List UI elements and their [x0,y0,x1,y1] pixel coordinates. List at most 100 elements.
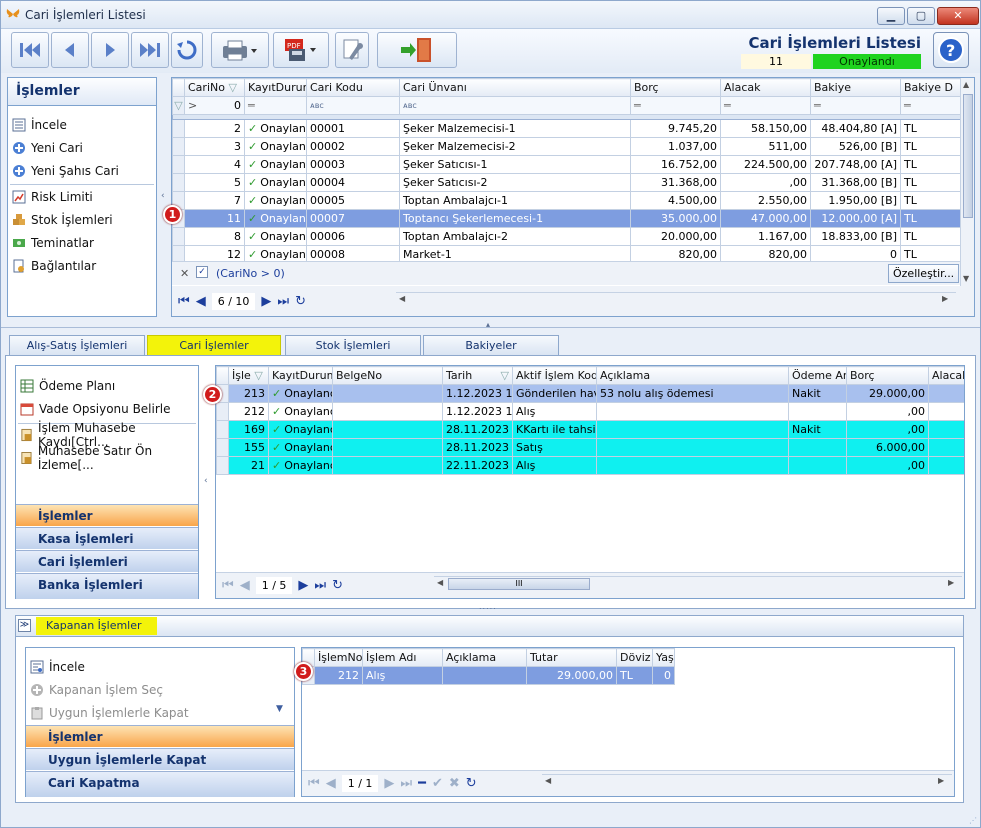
cell-borc[interactable]: 16.752,00 [630,155,721,174]
cari-islem-hscroll[interactable]: ◀ III ▶ [434,576,962,592]
cell-borc[interactable]: 4.500,00 [630,191,721,210]
cell-kayit-durumu[interactable]: ✓ Onaylan [244,137,307,156]
nav-risk-limiti[interactable]: Risk Limiti [12,187,93,207]
cari-row[interactable]: 7 ✓ Onaylan 00005 Toptan Ambalajcı-1 4.500,00… [172,191,961,210]
cell-islem[interactable]: 155 [228,438,269,457]
cell-aciklama[interactable] [596,456,789,475]
cell-belge-no[interactable] [332,420,443,439]
minimize-button[interactable]: ▁ [877,7,905,25]
cell-cari-unvani[interactable]: Şeker Malzemecisi-2 [399,137,631,156]
first-record-button[interactable] [11,32,49,68]
col-yas[interactable]: Yaş [652,648,675,667]
row-indicator[interactable] [172,137,185,156]
cell-odeme-araci[interactable] [788,456,847,475]
cell-cari-kodu[interactable]: 00005 [306,191,400,210]
nav-yeni-sahis-cari[interactable]: Yeni Şahıs Cari [12,161,119,181]
cell-cari-no[interactable]: 4 [184,155,245,174]
cell-islem[interactable]: 169 [228,420,269,439]
col-islem-adi[interactable]: İşlem Adı [362,648,443,667]
cell-borc[interactable]: ,00 [846,402,929,421]
row-indicator[interactable] [172,227,185,246]
pager-first-icon[interactable]: ⏮ [178,294,190,309]
cell-borc[interactable]: ,00 [846,420,929,439]
cell-cari-unvani[interactable]: Şeker Malzemecisi-1 [399,119,631,138]
cell-belge-no[interactable] [332,456,443,475]
cell-bakiye[interactable]: 1.950,00 [B] [810,191,901,210]
col-cari-no[interactable]: CariNo ▽ [184,78,245,97]
col-doviz[interactable]: Döviz [616,648,653,667]
filter-kod[interactable]: ᴀʙᴄ [306,96,400,115]
hscroll-thumb[interactable]: III [448,578,590,590]
col-islem[interactable]: İşle ▽ [228,366,269,385]
col-aktif-islem-kodu[interactable]: Aktif İşlem Kodu [512,366,597,385]
cell-bakiye[interactable]: 48.404,80 [A] [810,119,901,138]
closed-group-cari-kapatma[interactable]: Cari Kapatma [26,771,294,797]
closed-group-islemler[interactable]: İşlemler [26,725,294,747]
cell-belge-no[interactable] [332,402,443,421]
filter-text[interactable]: (CariNo > 0) [216,267,285,280]
cell-kayit-durumu[interactable]: ✓ Onaylanc [268,402,333,421]
print-button[interactable] [211,32,269,68]
group-banka-islemleri[interactable]: Banka İşlemleri [16,573,198,599]
settings-button[interactable] [335,32,369,68]
cari-row[interactable]: 5 ✓ Onaylan 00004 Şeker Satıcısı-2 31.368,00,… [172,173,961,192]
cell-aktif-islem-kodu[interactable]: Alış [512,402,597,421]
nav-muhasebe-onizleme[interactable]: Muhasebe Satır Ön İzleme[... [20,444,198,472]
more-down-icon[interactable]: ▼ [276,704,283,714]
cell-alacak[interactable] [928,438,964,457]
cell-aktif-islem-kodu[interactable]: Satış [512,438,597,457]
col-bakiye[interactable]: Bakiye [810,78,901,97]
closed-nav-kapanan-islem-sec[interactable]: Kapanan İşlem Seç [30,680,163,700]
cari-grid-vscroll[interactable]: ▲ ▼ [960,78,974,286]
tab-bakiyeler[interactable]: Bakiyeler [423,335,559,356]
cell-bakiye[interactable]: 12.000,00 [A] [810,209,901,228]
cari-islem-row[interactable]: 213✓Onaylanc 1.12.2023 10Gönderilen haval… [216,384,964,403]
cell-alacak[interactable]: 58.150,00 [720,119,811,138]
nav-incele[interactable]: İncele [12,115,67,135]
group-kasa-islemleri[interactable]: Kasa İşlemleri [16,527,198,549]
col-tutar[interactable]: Tutar [526,648,617,667]
group-cari-islemleri[interactable]: Cari İşlemleri [16,550,198,572]
closed-hscroll[interactable]: ◀ ▶ [542,774,952,790]
tab-cari-islemler[interactable]: Cari İşlemler [147,335,281,356]
cell-alacak[interactable]: 511,00 [720,137,811,156]
cell-kayit-durumu[interactable]: ✓ Onaylan [244,173,307,192]
filter-cari-no[interactable]: >0 [184,96,245,115]
cari-grid-hscroll[interactable]: ◀ ▶ [396,292,956,308]
tab-stok-islemleri[interactable]: Stok İşlemleri [285,335,421,356]
cell-tarih[interactable]: 22.11.2023 0 [442,456,513,475]
nav-vade-opsiyonu[interactable]: Vade Opsiyonu Belirle [20,399,171,419]
cell-cari-no[interactable]: 7 [184,191,245,210]
cell-kayit-durumu[interactable]: ✓ Onaylanc [268,420,333,439]
cell-kayit-durumu[interactable]: ✓ Onaylanc [268,384,333,403]
cell-kayit-durumu[interactable]: ✓ Onaylanc [268,456,333,475]
customize-button[interactable]: Özelleştir... [888,264,960,283]
exit-button[interactable] [377,32,457,68]
prev-record-button[interactable] [51,32,89,68]
cell-alacak[interactable]: 1 [928,456,964,475]
cell-bakiye-d[interactable]: TL [900,173,961,192]
cell-kayit-durumu[interactable]: ✓ Onaylan [244,209,307,228]
cell-cari-kodu[interactable]: 00002 [306,137,400,156]
pager2-last-icon[interactable]: ⏭ [314,578,326,593]
col-kayit-durumu-2[interactable]: KayıtDurumu [268,366,333,385]
cell-islem[interactable]: 21 [228,456,269,475]
cell-tarih[interactable]: 28.11.2023 1 [442,420,513,439]
cell-borc[interactable]: 20.000,00 [630,227,721,246]
cell-bakiye-d[interactable]: TL [900,119,961,138]
maximize-button[interactable]: ▢ [907,7,935,25]
clear-filter-icon[interactable]: ✕ [180,267,189,280]
pager2-refresh-icon[interactable]: ↻ [332,578,343,593]
group-islemler[interactable]: İşlemler [16,504,198,526]
filter-alacak[interactable]: ═ [720,96,811,115]
cell-cari-kodu[interactable]: 00007 [306,209,400,228]
cari-islem-row[interactable]: 212✓Onaylanc 1.12.2023 10Alış ,002 [216,402,964,421]
row-indicator[interactable] [216,438,229,457]
cell-cari-no[interactable]: 5 [184,173,245,192]
tab-alis-satis[interactable]: Alış-Satış İşlemleri [9,335,145,356]
cell-borc[interactable]: 31.368,00 [630,173,721,192]
pager2-prev-icon[interactable]: ◀ [240,578,250,593]
col-borc-2[interactable]: Borç [846,366,929,385]
pager3-refresh-icon[interactable]: ↻ [466,776,477,791]
cell-cari-no[interactable]: 8 [184,227,245,246]
